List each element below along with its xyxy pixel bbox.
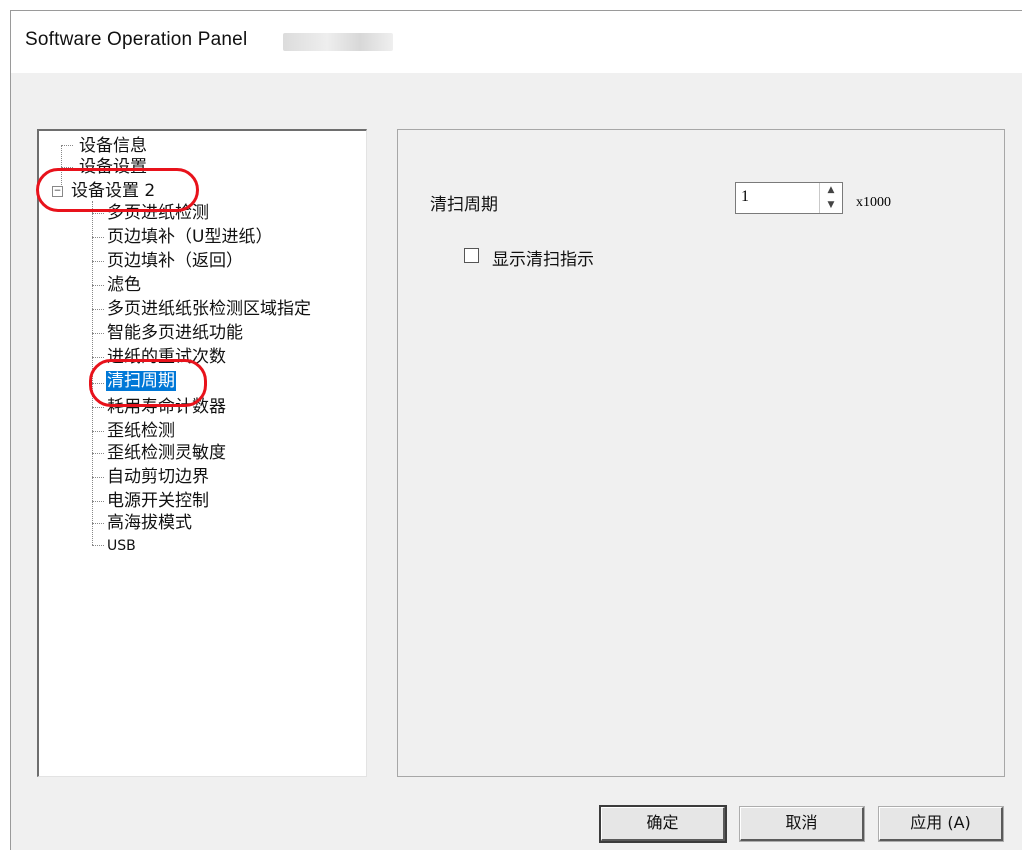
software-operation-panel-window: Software Operation Panel − 设备信息 设备设置 设备设…	[10, 10, 1022, 850]
tree-connector	[92, 357, 104, 358]
tree-connector	[92, 407, 104, 408]
tree-item-multifeed-area[interactable]: 多页进纸纸张检测区域指定	[107, 299, 311, 319]
settings-panel: 清扫周期 1 ▲ ▼ x1000 显示清扫指示	[397, 129, 1005, 777]
spin-buttons: ▲ ▼	[819, 183, 842, 213]
tree-connector	[92, 285, 104, 286]
tree-item-auto-crop-boundary[interactable]: 自动剪切边界	[107, 467, 209, 487]
tree-connector	[92, 431, 104, 432]
tree-item-high-altitude-mode[interactable]: 高海拔模式	[107, 513, 192, 533]
spin-up-icon[interactable]: ▲	[820, 183, 842, 198]
show-cleaning-indicator-checkbox[interactable]	[464, 248, 479, 263]
tree-item-dropout-color[interactable]: 滤色	[107, 275, 141, 295]
tree-connector	[92, 523, 104, 524]
tree-item-power-switch-control[interactable]: 电源开关控制	[107, 491, 209, 511]
show-cleaning-indicator-label[interactable]: 显示清扫指示	[492, 245, 594, 270]
tree-connector	[92, 201, 93, 545]
cleaning-cycle-spinbox[interactable]: 1 ▲ ▼	[735, 182, 843, 214]
tree-connector	[92, 309, 104, 310]
cancel-button[interactable]: 取消	[739, 806, 865, 842]
tree-item-skew-sensitivity[interactable]: 歪纸检测灵敏度	[107, 443, 226, 463]
cleaning-cycle-value[interactable]: 1	[741, 188, 749, 206]
tree-item-consumable-counter[interactable]: 耗用寿命计数器	[107, 397, 226, 417]
redacted-model-name	[283, 33, 393, 51]
tree-item-page-edge-filler-return[interactable]: 页边填补（返回）	[107, 251, 243, 271]
tree-item-cleaning-cycle[interactable]: 清扫周期	[106, 371, 176, 391]
tree-connector	[92, 383, 104, 384]
unit-label: x1000	[856, 195, 891, 210]
tree-connector	[92, 477, 104, 478]
ok-button[interactable]: 确定	[599, 805, 727, 843]
tree-connector	[92, 213, 104, 214]
tree-item-multifeed-detection[interactable]: 多页进纸检测	[107, 203, 209, 223]
tree-connector	[61, 145, 73, 146]
tree-item-device-settings-2[interactable]: 设备设置 2	[71, 181, 155, 201]
tree-item-device-settings[interactable]: 设备设置	[79, 157, 147, 177]
settings-tree[interactable]: − 设备信息 设备设置 设备设置 2 多页进纸检测 页边填补（U型进纸） 页边填…	[37, 129, 367, 777]
tree-connector	[92, 453, 104, 454]
tree-item-intelligent-multifeed[interactable]: 智能多页进纸功能	[107, 323, 243, 343]
spin-down-icon[interactable]: ▼	[820, 198, 842, 213]
apply-button[interactable]: 应用 (A)	[878, 806, 1004, 842]
tree-connector	[92, 237, 104, 238]
tree-item-device-info[interactable]: 设备信息	[79, 136, 147, 156]
tree-connector	[92, 545, 104, 546]
tree-item-skew-detection[interactable]: 歪纸检测	[107, 421, 175, 441]
collapse-icon[interactable]: −	[52, 186, 63, 197]
title-bar: Software Operation Panel	[11, 11, 1022, 73]
window-title: Software Operation Panel	[25, 29, 248, 50]
tree-connector	[61, 167, 73, 168]
tree-connector	[92, 261, 104, 262]
tree-item-page-edge-filler-u-turn[interactable]: 页边填补（U型进纸）	[107, 227, 272, 247]
tree-connector	[92, 501, 104, 502]
cleaning-cycle-label: 清扫周期	[430, 195, 498, 215]
tree-item-pick-retry-count[interactable]: 进纸的重试次数	[107, 347, 226, 367]
tree-item-usb[interactable]: USB	[107, 536, 136, 556]
tree-connector	[92, 333, 104, 334]
